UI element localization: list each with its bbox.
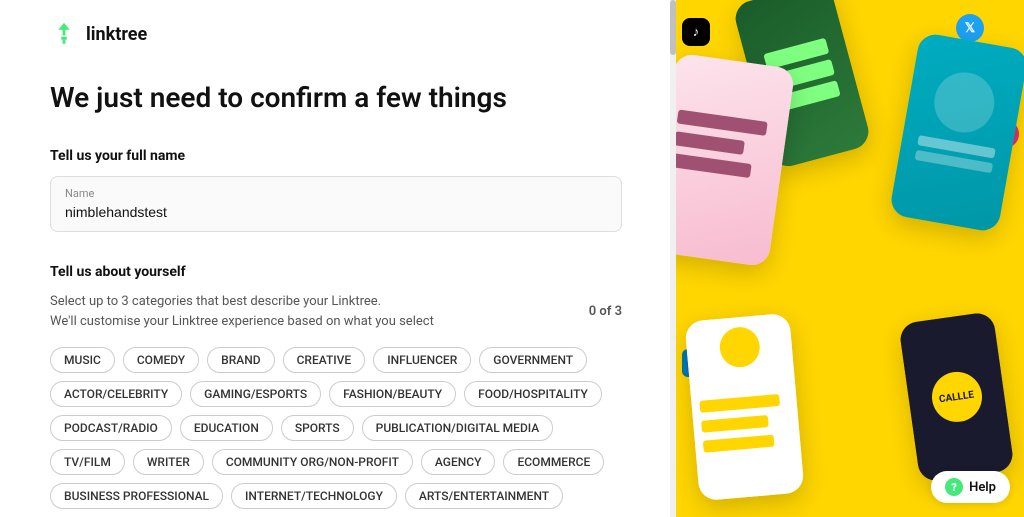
tag-item[interactable]: MUSIC <box>50 347 115 373</box>
pink-bar-2 <box>674 131 745 155</box>
scrollbar-thumb[interactable] <box>670 0 676 55</box>
about-desc1: Select up to 3 categories that best desc… <box>50 292 434 312</box>
tag-item[interactable]: EDUCATION <box>180 415 273 441</box>
tag-item[interactable]: FASHION/BEAUTY <box>329 381 456 407</box>
name-input[interactable] <box>65 204 607 220</box>
tag-item[interactable]: AGENCY <box>421 449 496 475</box>
help-button[interactable]: ? Help <box>931 471 1010 503</box>
right-panel: ♪ 𝕏 📷 f in ▶ <box>672 0 1024 517</box>
tag-item[interactable]: COMMUNITY ORG/NON-PROFIT <box>212 449 413 475</box>
tiktok-icon: ♪ <box>682 18 710 46</box>
page-title: We just need to confirm a few things <box>50 80 622 116</box>
help-label: Help <box>969 480 996 495</box>
phone-white <box>684 313 804 501</box>
name-input-label: Name <box>65 187 607 200</box>
selection-count: 0 of 3 <box>589 304 622 319</box>
help-icon: ? <box>945 478 963 496</box>
about-section-label: Tell us about yourself <box>50 264 622 280</box>
tag-item[interactable]: COMEDY <box>123 347 199 373</box>
phone-white-screen <box>684 313 804 501</box>
tags-container: MUSIC COMEDY BRAND CREATIVE INFLUENCER GOVERN… <box>50 347 622 517</box>
scrollbar-track[interactable] <box>670 0 676 517</box>
tag-item[interactable]: FOOD/HOSPITALITY <box>464 381 602 407</box>
logo-text: linktree <box>86 24 147 45</box>
white-bar-3 <box>703 435 775 453</box>
left-panel: linktree We just need to confirm a few t… <box>0 0 672 517</box>
about-desc2: We'll customise your Linktree experience… <box>50 312 434 332</box>
tag-item[interactable]: WRITER <box>133 449 204 475</box>
tag-item[interactable]: ECOMMERCE <box>503 449 604 475</box>
white-bar-2 <box>701 415 769 433</box>
pink-bar-1 <box>677 109 768 135</box>
tag-item[interactable]: ARTS/ENTERTAINMENT <box>405 483 563 509</box>
name-input-wrapper: Name <box>50 176 622 232</box>
cyan-avatar <box>930 68 1000 138</box>
tag-item[interactable]: TV/FILM <box>50 449 125 475</box>
tag-item[interactable]: ACTOR/CELEBRITY <box>50 381 182 407</box>
tag-item[interactable]: BRAND <box>207 347 274 373</box>
tag-item[interactable]: INTERNET/TECHNOLOGY <box>231 483 397 509</box>
count-row: Select up to 3 categories that best desc… <box>50 292 622 331</box>
tag-item[interactable]: GOVERNMENT <box>479 347 587 373</box>
about-section: Tell us about yourself Select up to 3 ca… <box>50 264 622 331</box>
phone-pink <box>672 53 795 268</box>
phones-container: ♪ 𝕏 📷 f in ▶ <box>672 0 1024 517</box>
white-bar-1 <box>699 394 780 413</box>
phone-dark: CALLLE <box>898 311 1014 483</box>
pink-bar-3 <box>672 153 752 178</box>
white-avatar <box>718 326 761 369</box>
pink-bars <box>672 109 778 180</box>
tag-item[interactable]: BUSINESS PROFESSIONAL <box>50 483 223 509</box>
tag-item[interactable]: PODCAST/RADIO <box>50 415 172 441</box>
tag-item[interactable]: INFLUENCER <box>373 347 471 373</box>
phone-pink-screen <box>672 53 795 268</box>
tag-item[interactable]: GAMING/ESPORTS <box>190 381 321 407</box>
phone-cyan-screen <box>889 32 1024 233</box>
about-desc-wrapper: Select up to 3 categories that best desc… <box>50 292 434 331</box>
phone-cyan <box>889 32 1024 233</box>
phone-dark-screen: CALLLE <box>898 311 1014 483</box>
dark-logo-badge: CALLLE <box>928 369 984 425</box>
tag-item[interactable]: SPORTS <box>281 415 354 441</box>
tag-item[interactable]: PUBLICATION/DIGITAL MEDIA <box>362 415 554 441</box>
white-bars <box>699 393 792 453</box>
name-section-label: Tell us your full name <box>50 148 622 164</box>
linktree-logo-icon <box>50 20 78 48</box>
tag-item[interactable]: CREATIVE <box>283 347 366 373</box>
logo: linktree <box>50 20 622 48</box>
